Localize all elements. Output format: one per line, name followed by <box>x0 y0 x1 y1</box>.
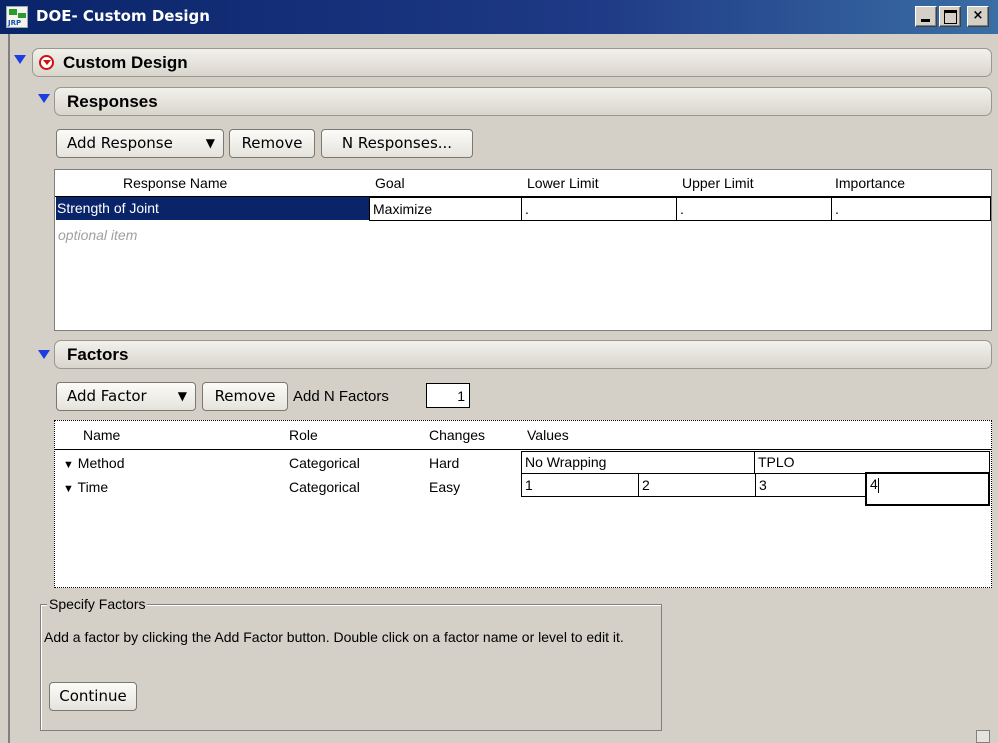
responses-table[interactable]: Response Name Goal Lower Limit Upper Lim… <box>54 169 992 331</box>
window-client: Custom Design Responses Add Response ▼ R… <box>8 34 998 743</box>
factor-value-cell[interactable]: 3 <box>755 473 866 497</box>
n-responses-button[interactable]: N Responses... <box>321 129 473 158</box>
col-lower-limit: Lower Limit <box>527 175 599 191</box>
optional-item[interactable]: optional item <box>58 227 137 243</box>
factor-row-method[interactable]: ▼ Method <box>63 455 124 471</box>
responses-outline[interactable]: Responses <box>54 87 992 116</box>
close-button[interactable]: × <box>967 6 989 27</box>
window-titlebar[interactable]: JRP DOE- Custom Design × <box>0 0 998 34</box>
add-response-label: Add Response <box>67 134 173 152</box>
custom-design-outline[interactable]: Custom Design <box>32 48 992 77</box>
factors-table[interactable]: Name Role Changes Values ▼ Method Catego… <box>54 420 992 588</box>
factors-disclosure-icon[interactable] <box>38 348 50 360</box>
add-factor-label: Add Factor <box>67 387 147 405</box>
custom-design-title: Custom Design <box>63 53 188 72</box>
response-name-cell[interactable]: Strength of Joint <box>56 197 369 220</box>
custom-design-disclosure-icon[interactable] <box>14 53 26 65</box>
col-changes: Changes <box>429 427 486 443</box>
add-n-factors-label: Add N Factors <box>293 388 389 405</box>
responses-title: Responses <box>67 92 158 111</box>
chevron-down-icon[interactable]: ▼ <box>63 459 74 471</box>
factor-value-cell[interactable]: 1 <box>521 473 639 497</box>
factor-role: Categorical <box>289 479 360 495</box>
chevron-down-icon[interactable]: ▼ <box>63 483 74 495</box>
red-triangle-menu-icon[interactable] <box>39 55 54 70</box>
lower-limit-cell[interactable]: . <box>521 197 677 221</box>
window-title: DOE- Custom Design <box>36 7 210 25</box>
upper-limit-cell[interactable]: . <box>676 197 832 221</box>
col-goal: Goal <box>375 175 405 191</box>
goal-cell[interactable]: Maximize <box>369 197 522 221</box>
col-response-name: Response Name <box>123 175 228 191</box>
factors-title: Factors <box>67 345 129 364</box>
col-importance: Importance <box>835 175 906 191</box>
factor-changes: Easy <box>429 479 461 495</box>
add-response-button[interactable]: Add Response ▼ <box>56 129 224 158</box>
col-values: Values <box>527 427 569 443</box>
text-caret <box>877 477 879 493</box>
col-upper-limit: Upper Limit <box>682 175 754 191</box>
continue-button[interactable]: Continue <box>49 682 137 711</box>
specify-factors-legend: Specify Factors <box>47 596 148 612</box>
factor-name: Method <box>77 455 125 471</box>
specify-factors-group: Specify Factors Add a factor by clicking… <box>40 596 662 731</box>
col-name: Name <box>83 427 121 443</box>
factor-value-cell[interactable]: 2 <box>638 473 756 497</box>
maximize-button[interactable] <box>939 6 961 27</box>
col-role: Role <box>289 427 318 443</box>
remove-factor-button[interactable]: Remove <box>202 382 288 411</box>
minimize-button[interactable] <box>915 6 937 27</box>
factor-value-cell[interactable]: No Wrapping <box>521 451 755 473</box>
factor-name: Time <box>77 479 109 495</box>
factor-role: Categorical <box>289 455 360 471</box>
resize-grip[interactable] <box>976 730 990 743</box>
chevron-down-icon: ▼ <box>177 389 187 403</box>
factor-value-edit-cell[interactable]: 4 <box>865 472 990 506</box>
responses-disclosure-icon[interactable] <box>38 92 50 104</box>
importance-cell[interactable]: . <box>831 197 991 221</box>
jmp-app-icon: JRP <box>6 6 28 28</box>
remove-response-button[interactable]: Remove <box>229 129 315 158</box>
chevron-down-icon: ▼ <box>205 136 215 150</box>
factor-changes: Hard <box>429 455 460 471</box>
factors-outline[interactable]: Factors <box>54 340 992 369</box>
factor-row-time[interactable]: ▼ Time <box>63 479 108 495</box>
specify-factors-text: Add a factor by clicking the Add Factor … <box>44 629 624 645</box>
factor-value-text: 4 <box>870 476 878 492</box>
factor-value-cell[interactable]: TPLO <box>754 451 990 473</box>
add-factor-button[interactable]: Add Factor ▼ <box>56 382 196 411</box>
add-n-factors-input[interactable]: 1 <box>426 383 470 408</box>
